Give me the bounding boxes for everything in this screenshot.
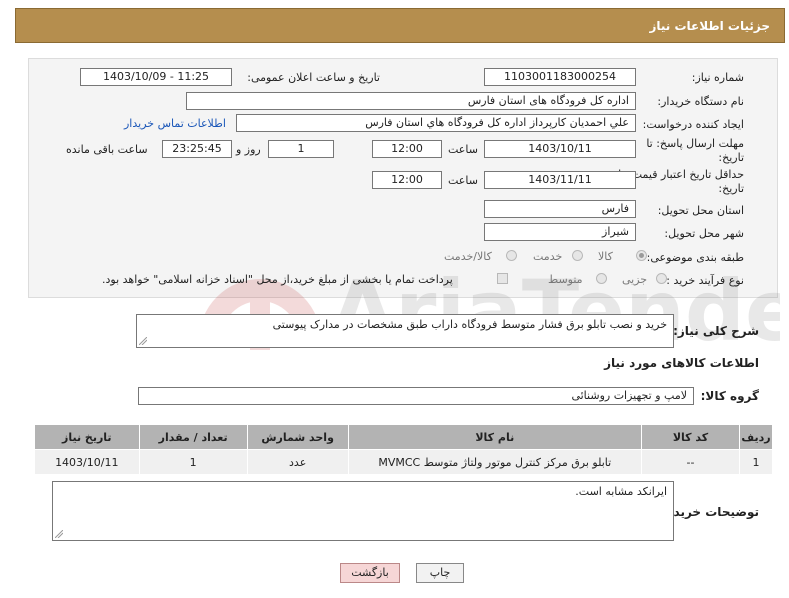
remaining-label: ساعت باقی مانده — [66, 143, 148, 156]
deadline-time-label: ساعت — [448, 143, 478, 156]
treasury-payment-checkbox[interactable] — [497, 273, 508, 284]
announce-field: 1403/10/09 - 11:25 — [80, 68, 232, 86]
description-label: شرح کلی نیاز: — [673, 324, 759, 338]
goods-group-label: گروه کالا: — [700, 389, 759, 403]
deadline-date-field: 1403/10/11 — [484, 140, 636, 158]
buyer-org-label: نام دستگاه خریدار: — [657, 95, 744, 108]
category-radio-goods-service[interactable] — [506, 250, 517, 261]
days-field: 1 — [268, 140, 334, 158]
cell-unit: عدد — [246, 449, 349, 475]
resize-grip-icon[interactable] — [139, 337, 147, 345]
city-field: شیراز — [484, 223, 636, 241]
goods-section-title: اطلاعات کالاهای مورد نیاز — [604, 356, 759, 370]
process-label: نوع فرآیند خرید : — [666, 274, 744, 287]
process-option-medium: متوسط — [548, 273, 583, 286]
print-button[interactable]: چاپ — [416, 563, 464, 583]
remaining-time-field: 23:25:45 — [162, 140, 232, 158]
cell-item-name: تابلو برق مرکز کنترل موتور ولتاژ متوسط M… — [347, 449, 642, 475]
province-label: استان محل تحویل: — [657, 204, 744, 217]
price-time-label: ساعت — [448, 174, 478, 187]
price-validity-label-line2: تاریخ: — [718, 182, 744, 195]
treasury-payment-note: پرداخت تمام یا بخشی از مبلغ خرید،از محل … — [102, 273, 453, 286]
days-label: روز و — [236, 143, 261, 156]
table-header-row: ردیف کد کالا نام کالا واحد شمارش تعداد /… — [34, 424, 773, 450]
process-option-minor: جزیی — [622, 273, 648, 286]
category-option-goods: کالا — [598, 250, 613, 263]
city-label: شهر محل تحویل: — [664, 227, 744, 240]
description-textarea[interactable]: خرید و نصب تابلو برق فشار متوسط فرودگاه … — [136, 314, 674, 348]
col-header-quantity: تعداد / مقدار — [138, 424, 248, 450]
deadline-time-field: 12:00 — [372, 140, 442, 158]
buyer-contact-link[interactable]: اطلاعات تماس خریدار — [124, 117, 226, 130]
col-header-row-number: ردیف — [739, 424, 773, 450]
announce-label: تاریخ و ساعت اعلان عمومی: — [247, 71, 380, 84]
deadline-label-line2: تاریخ: — [718, 151, 744, 164]
back-button[interactable]: بازگشت — [340, 563, 400, 583]
need-number-field: 1103001183000254 — [484, 68, 636, 86]
page-title: جزئیات اطلاعات نیاز — [649, 19, 770, 33]
table-row: 1 -- تابلو برق مرکز کنترل موتور ولتاژ مت… — [34, 449, 773, 475]
category-radio-goods[interactable] — [636, 250, 647, 261]
col-header-item-name: نام کالا — [347, 424, 642, 450]
deadline-label-line1: مهلت ارسال پاسخ: تا — [646, 137, 744, 150]
buyer-notes-text: ایرانکد مشابه است. — [575, 485, 667, 498]
category-label: طبقه بندی موضوعی: — [646, 251, 744, 264]
page-header: جزئیات اطلاعات نیاز — [15, 8, 785, 43]
price-validity-label-line1: حداقل تاریخ اعتبار قیمت: تا — [618, 168, 744, 181]
cell-item-code: -- — [640, 449, 741, 475]
cell-row-number: 1 — [739, 449, 773, 475]
creator-label: ایجاد کننده درخواست: — [642, 118, 744, 131]
process-radio-medium[interactable] — [596, 273, 607, 284]
category-option-service: خدمت — [533, 250, 563, 263]
category-radio-service[interactable] — [572, 250, 583, 261]
category-option-goods-service: کالا/خدمت — [444, 250, 492, 263]
need-number-label: شماره نیاز: — [691, 71, 744, 84]
col-header-need-date: تاریخ نیاز — [34, 424, 140, 450]
buyer-org-field: اداره کل فرودگاه های استان فارس — [186, 92, 636, 110]
items-table: ردیف کد کالا نام کالا واحد شمارش تعداد /… — [34, 424, 773, 475]
creator-field: علي احمديان كارپرداز اداره كل فرودگاه ها… — [236, 114, 636, 132]
resize-grip-icon[interactable] — [55, 530, 63, 538]
goods-group-field: لامپ و تجهیزات روشنائی — [138, 387, 694, 405]
cell-need-date: 1403/10/11 — [34, 449, 140, 475]
process-radio-minor[interactable] — [656, 273, 667, 284]
description-text: خرید و نصب تابلو برق فشار متوسط فرودگاه … — [272, 318, 667, 331]
price-date-field: 1403/11/11 — [484, 171, 636, 189]
price-time-field: 12:00 — [372, 171, 442, 189]
cell-quantity: 1 — [138, 449, 248, 475]
buyer-notes-textarea[interactable]: ایرانکد مشابه است. — [52, 481, 674, 541]
province-field: فارس — [484, 200, 636, 218]
col-header-unit: واحد شمارش — [246, 424, 349, 450]
col-header-item-code: کد کالا — [640, 424, 741, 450]
